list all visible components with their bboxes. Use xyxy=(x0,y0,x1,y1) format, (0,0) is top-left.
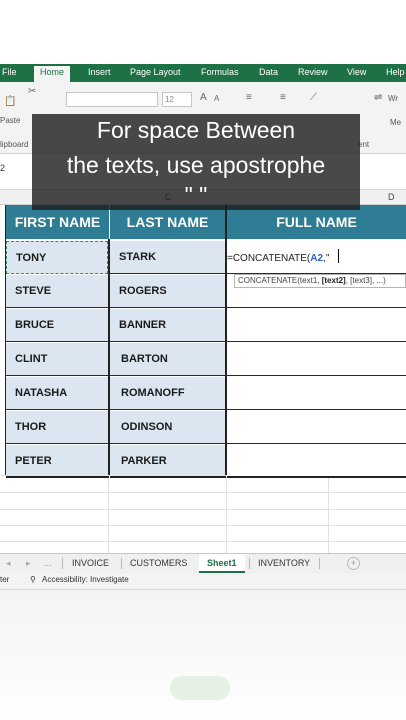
status-bar: ter ⚲ Accessibility: Investigate xyxy=(0,573,406,590)
header-full-name[interactable]: FULL NAME xyxy=(227,205,406,239)
cell-full-name[interactable] xyxy=(227,445,406,478)
cell-full-name[interactable] xyxy=(227,411,406,444)
accessibility-icon[interactable]: ⚲ xyxy=(30,575,36,584)
ribbon-tabs: File Home Insert Page Layout Formulas Da… xyxy=(0,64,406,82)
bottom-area xyxy=(0,590,406,720)
sheet-tab-inventory[interactable]: INVENTORY xyxy=(258,554,310,573)
function-tooltip[interactable]: CONCATENATE(text1, [text2], [text3], ...… xyxy=(234,274,406,288)
gridline xyxy=(0,492,406,493)
tab-data[interactable]: Data xyxy=(259,64,278,82)
tab-separator xyxy=(121,558,122,569)
increase-font-icon[interactable]: A xyxy=(200,92,207,103)
wrap-text-icon[interactable]: ⇌ xyxy=(374,92,382,103)
gridline xyxy=(0,541,406,542)
status-mode: ter xyxy=(0,575,10,584)
table-border-left xyxy=(5,205,6,475)
cell-first-name[interactable]: CLINT xyxy=(6,343,109,376)
tab-separator xyxy=(319,558,320,569)
accessibility-status[interactable]: Accessibility: Investigate xyxy=(42,575,129,584)
gridline xyxy=(108,475,109,553)
tab-page-layout[interactable]: Page Layout xyxy=(130,64,181,82)
tab-formulas[interactable]: Formulas xyxy=(201,64,239,82)
tab-review[interactable]: Review xyxy=(298,64,328,82)
header-last-name[interactable]: LAST NAME xyxy=(110,205,225,239)
sheet-tab-invoice[interactable]: INVOICE xyxy=(72,554,109,573)
tab-home[interactable]: Home xyxy=(34,66,71,82)
sheet-tab-customers[interactable]: CUSTOMERS xyxy=(130,554,187,573)
header-first-name[interactable]: FIRST NAME xyxy=(6,205,109,239)
gridline xyxy=(226,475,227,553)
paste-label: Paste xyxy=(0,116,21,125)
cell-first-name[interactable]: STEVE xyxy=(6,275,109,308)
cell-first-name[interactable]: PETER xyxy=(6,445,109,478)
sheet-more-button[interactable]: ... xyxy=(44,554,52,573)
cell-full-name[interactable] xyxy=(227,343,406,376)
name-box[interactable]: 2 xyxy=(0,163,5,173)
tab-separator xyxy=(62,558,63,569)
cell-a2-selected[interactable]: TONY xyxy=(6,241,108,274)
add-sheet-icon[interactable]: + xyxy=(347,557,360,570)
clipboard-group-label: lipboard xyxy=(0,140,29,149)
bottom-decoration xyxy=(170,676,230,700)
cell-last-name[interactable]: ODINSON xyxy=(110,411,226,444)
cell-last-name[interactable]: ROGERS xyxy=(110,275,226,308)
instruction-overlay: For space Between the texts, use apostro… xyxy=(32,114,360,210)
font-name-dropdown[interactable] xyxy=(66,92,158,107)
in-cell-formula[interactable]: =CONCATENATE(A2," xyxy=(227,253,329,264)
cell-full-name[interactable] xyxy=(227,377,406,410)
cell-first-name[interactable]: NATASHA xyxy=(6,377,109,410)
gridline xyxy=(0,509,406,510)
worksheet-grid: FIRST NAME LAST NAME FULL NAME TONY STAR… xyxy=(0,205,406,553)
merge-label[interactable]: Me xyxy=(390,118,401,127)
orientation-icon[interactable]: ⟋ xyxy=(310,92,317,103)
top-margin xyxy=(0,0,406,64)
column-letter-d[interactable]: D xyxy=(388,190,395,205)
paste-icon[interactable]: 📋 xyxy=(4,96,16,107)
align-icon[interactable]: ≡ xyxy=(246,92,252,103)
gridline xyxy=(0,525,406,526)
cell-first-name[interactable]: THOR xyxy=(6,411,109,444)
table-border-col xyxy=(108,239,110,475)
cell-last-name[interactable]: BARTON xyxy=(110,343,226,376)
overlay-line-3: " " xyxy=(184,182,208,208)
tab-view[interactable]: View xyxy=(347,64,366,82)
overlay-line-2: the texts, use apostrophe xyxy=(66,152,326,178)
sheet-nav-prev-icon[interactable]: ◂ xyxy=(6,554,11,573)
table-border-col xyxy=(225,205,227,475)
decrease-font-icon[interactable]: A xyxy=(214,94,219,103)
sheet-nav-next-icon[interactable]: ▸ xyxy=(26,554,31,573)
sheet-tab-bar: ◂ ▸ ... INVOICE CUSTOMERS Sheet1 INVENTO… xyxy=(0,553,406,573)
cell-last-name[interactable]: BANNER xyxy=(110,309,226,342)
gridline xyxy=(328,475,329,553)
excel-window: File Home Insert Page Layout Formulas Da… xyxy=(0,0,406,720)
sheet-tab-sheet1[interactable]: Sheet1 xyxy=(199,554,245,573)
tab-file[interactable]: File xyxy=(2,64,17,82)
cell-last-name[interactable]: ROMANOFF xyxy=(110,377,226,410)
tab-help[interactable]: Help xyxy=(386,64,405,82)
cell-last-name[interactable]: STARK xyxy=(110,241,226,274)
text-cursor xyxy=(338,249,339,263)
cut-icon[interactable]: ✂ xyxy=(28,86,36,97)
wrap-text-label[interactable]: Wr xyxy=(388,94,398,103)
font-size-dropdown[interactable]: 12 xyxy=(162,92,192,107)
align-icon-2[interactable]: ≡ xyxy=(280,92,286,103)
cell-full-name[interactable] xyxy=(227,309,406,342)
tab-separator xyxy=(249,558,250,569)
tab-insert[interactable]: Insert xyxy=(88,64,111,82)
overlay-line-1: For space Between xyxy=(96,117,296,143)
cell-last-name[interactable]: PARKER xyxy=(110,445,226,478)
cell-first-name[interactable]: BRUCE xyxy=(6,309,109,342)
